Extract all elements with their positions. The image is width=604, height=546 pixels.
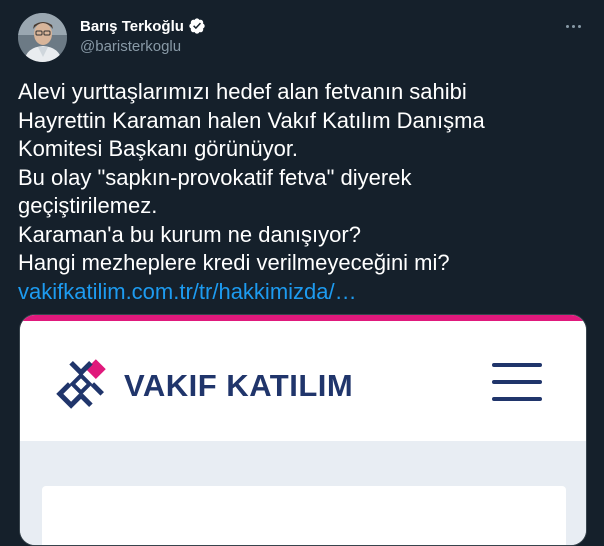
- tweet-line: Hangi mezheplere kredi verilmeyeceğini m…: [18, 250, 450, 275]
- more-dots-icon: [565, 24, 569, 28]
- card-content-panel: [42, 486, 566, 545]
- handle[interactable]: @baristerkoglu: [80, 38, 206, 55]
- hamburger-bar: [492, 397, 542, 401]
- display-name[interactable]: Barış Terkoğlu: [80, 18, 184, 35]
- tweet-link[interactable]: vakifkatilim.com.tr/tr/hakkimizda/…: [18, 278, 588, 307]
- tweet-line: Komitesi Başkanı görünüyor.: [18, 136, 299, 161]
- card-body: [20, 441, 586, 545]
- hamburger-bar: [492, 363, 542, 367]
- more-dots-icon-dot: [571, 24, 575, 28]
- tweet-line: geçiştirilemez.: [18, 193, 158, 218]
- more-dots-icon-dot: [577, 24, 581, 28]
- tweet[interactable]: Barış Terkoğlu @baristerkoglu Alevi yurt…: [0, 0, 604, 546]
- tweet-line: Hayrettin Karaman halen Vakıf Katılım Da…: [18, 107, 485, 133]
- card-header: VAKIF KATILIM: [20, 321, 586, 441]
- avatar[interactable]: [18, 13, 67, 62]
- tweet-line: Karaman'a bu kurum ne danışıyor?: [18, 221, 361, 247]
- link-preview-card[interactable]: VAKIF KATILIM: [19, 314, 587, 546]
- tweet-text: Alevi yurttaşlarımızı hedef alan fetvanı…: [18, 78, 588, 306]
- verified-badge-icon: [189, 18, 205, 34]
- hamburger-icon[interactable]: [492, 363, 542, 401]
- tweet-line: Alevi yurttaşlarımızı hedef alan fetvanı…: [18, 79, 467, 104]
- tweet-line: Bu olay "sapkın-provokatif fetva" diyere…: [18, 164, 412, 190]
- hamburger-bar: [492, 380, 542, 384]
- brand-name: VAKIF KATILIM: [124, 368, 354, 403]
- author-info[interactable]: Barış Terkoğlu @baristerkoglu: [80, 16, 206, 55]
- vakif-katilim-logo-icon: [56, 359, 106, 409]
- more-options-button[interactable]: [556, 14, 590, 38]
- profile-photo-icon: [18, 13, 67, 62]
